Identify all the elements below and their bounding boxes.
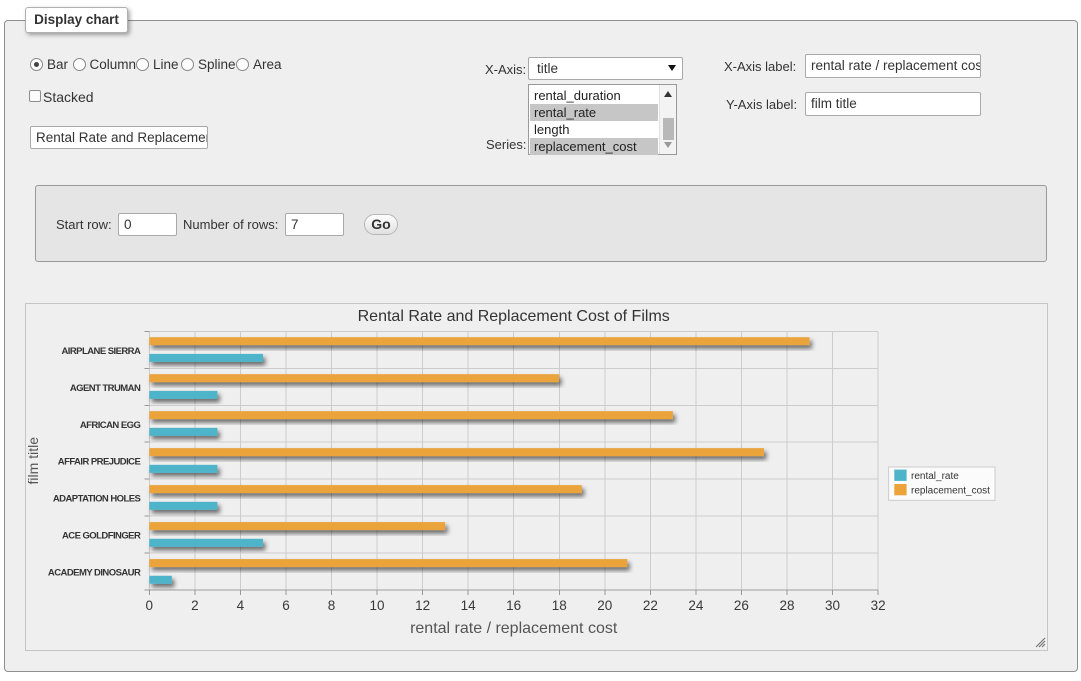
svg-text:Rental Rate and Replacement Co: Rental Rate and Replacement Cost of Film… — [358, 308, 670, 325]
svg-text:ADAPTATION HOLES: ADAPTATION HOLES — [53, 494, 141, 505]
svg-text:18: 18 — [552, 598, 567, 613]
svg-text:12: 12 — [415, 598, 430, 613]
svg-text:AIRPLANE SIERRA: AIRPLANE SIERRA — [61, 346, 141, 357]
svg-text:rental rate / replacement cost: rental rate / replacement cost — [410, 620, 618, 637]
svg-text:AGENT TRUMAN: AGENT TRUMAN — [70, 383, 141, 394]
svg-text:30: 30 — [825, 598, 840, 613]
svg-text:AFRICAN EGG: AFRICAN EGG — [80, 420, 141, 431]
svg-text:ACADEMY DINOSAUR: ACADEMY DINOSAUR — [48, 568, 141, 579]
svg-text:6: 6 — [282, 598, 290, 613]
svg-text:2: 2 — [191, 598, 199, 613]
svg-text:28: 28 — [779, 598, 794, 613]
svg-text:ACE GOLDFINGER: ACE GOLDFINGER — [62, 531, 141, 542]
svg-text:22: 22 — [643, 598, 658, 613]
svg-text:4: 4 — [237, 598, 245, 613]
svg-text:rental_rate: rental_rate — [911, 471, 959, 482]
svg-text:film title: film title — [25, 437, 41, 485]
svg-text:8: 8 — [328, 598, 336, 613]
svg-text:24: 24 — [688, 598, 704, 613]
svg-text:16: 16 — [506, 598, 521, 613]
svg-text:replacement_cost: replacement_cost — [911, 485, 990, 496]
svg-text:26: 26 — [734, 598, 749, 613]
svg-text:14: 14 — [461, 598, 477, 613]
svg-text:0: 0 — [146, 598, 154, 613]
svg-text:20: 20 — [597, 598, 612, 613]
svg-text:32: 32 — [871, 598, 886, 613]
svg-text:AFFAIR PREJUDICE: AFFAIR PREJUDICE — [58, 457, 141, 468]
svg-text:10: 10 — [370, 598, 385, 613]
